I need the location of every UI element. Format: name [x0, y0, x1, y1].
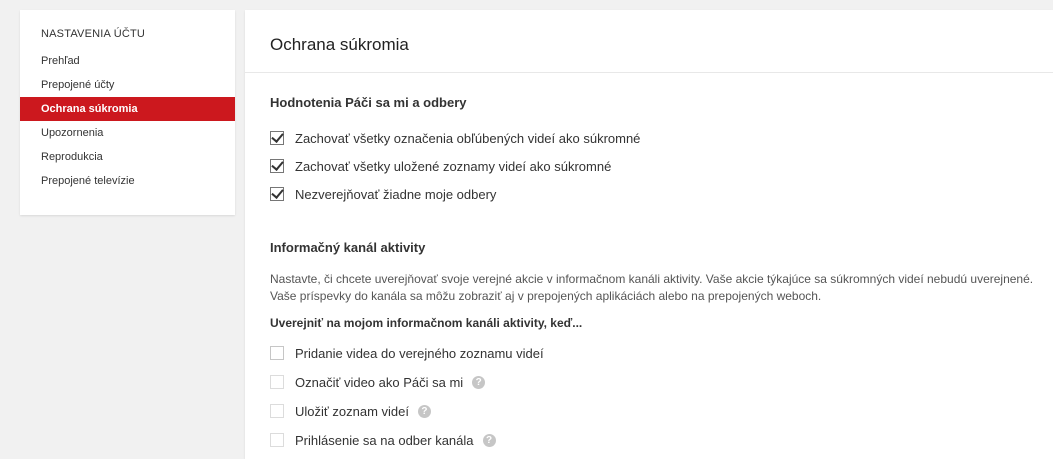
activity-subheading: Uverejniť na mojom informačnom kanáli ak… — [270, 316, 583, 330]
sidebar-item-linked-accounts[interactable]: Prepojené účty — [20, 73, 235, 97]
keep-likes-private-checkbox[interactable] — [270, 131, 284, 145]
option-label: Zachovať všetky uložené zoznamy videí ak… — [295, 158, 612, 174]
option-label: Označiť video ako Páči sa mi — [295, 374, 464, 390]
activity-section-title: Informačný kanál aktivity — [270, 240, 426, 255]
add-to-playlist-option[interactable]: Pridanie videa do verejného zoznamu vide… — [270, 344, 544, 362]
help-icon[interactable]: ? — [417, 404, 431, 418]
keep-playlists-private-checkbox[interactable] — [270, 159, 284, 173]
main-panel: Ochrana súkromia Hodnotenia Páči sa mi a… — [245, 10, 1053, 459]
sidebar-item-notifications[interactable]: Upozornenia — [20, 121, 235, 145]
sidebar-heading: NASTAVENIA ÚČTU — [41, 28, 146, 40]
hide-subscriptions-option[interactable]: Nezverejňovať žiadne moje odbery — [270, 185, 496, 203]
settings-sidebar: NASTAVENIA ÚČTU Prehľad Prepojené účty O… — [20, 10, 235, 215]
sidebar-item-playback[interactable]: Reprodukcia — [20, 145, 235, 169]
sidebar-item-connected-tvs[interactable]: Prepojené televízie — [20, 169, 235, 193]
keep-playlists-private-option[interactable]: Zachovať všetky uložené zoznamy videí ak… — [270, 157, 611, 175]
help-icon[interactable]: ? — [472, 375, 486, 389]
activity-description: Nastavte, či chcete uverejňovať svoje ve… — [270, 272, 1034, 303]
subscribe-channel-checkbox[interactable] — [270, 433, 284, 447]
sidebar-item-privacy[interactable]: Ochrana súkromia — [20, 97, 235, 121]
add-to-playlist-checkbox[interactable] — [270, 346, 284, 360]
likes-section-title: Hodnotenia Páči sa mi a odbery — [270, 95, 467, 110]
save-playlist-option[interactable]: Uložiť zoznam videí ? — [270, 402, 431, 420]
page-title: Ochrana súkromia — [270, 35, 409, 54]
sidebar-item-overview[interactable]: Prehľad — [20, 49, 235, 73]
option-label: Uložiť zoznam videí — [295, 403, 409, 419]
keep-likes-private-option[interactable]: Zachovať všetky označenia obľúbených vid… — [270, 129, 640, 147]
option-label: Nezverejňovať žiadne moje odbery — [295, 186, 497, 202]
main-header: Ochrana súkromia — [245, 10, 1053, 73]
hide-subscriptions-checkbox[interactable] — [270, 187, 284, 201]
save-playlist-checkbox[interactable] — [270, 404, 284, 418]
option-label: Prihlásenie sa na odber kanála — [295, 432, 474, 448]
sidebar-nav: Prehľad Prepojené účty Ochrana súkromia … — [20, 49, 235, 193]
option-label: Zachovať všetky označenia obľúbených vid… — [295, 130, 641, 146]
help-icon[interactable]: ? — [482, 433, 496, 447]
like-video-checkbox[interactable] — [270, 375, 284, 389]
like-video-option[interactable]: Označiť video ako Páči sa mi ? — [270, 373, 486, 391]
subscribe-channel-option[interactable]: Prihlásenie sa na odber kanála ? — [270, 431, 496, 449]
option-label: Pridanie videa do verejného zoznamu vide… — [295, 345, 544, 361]
